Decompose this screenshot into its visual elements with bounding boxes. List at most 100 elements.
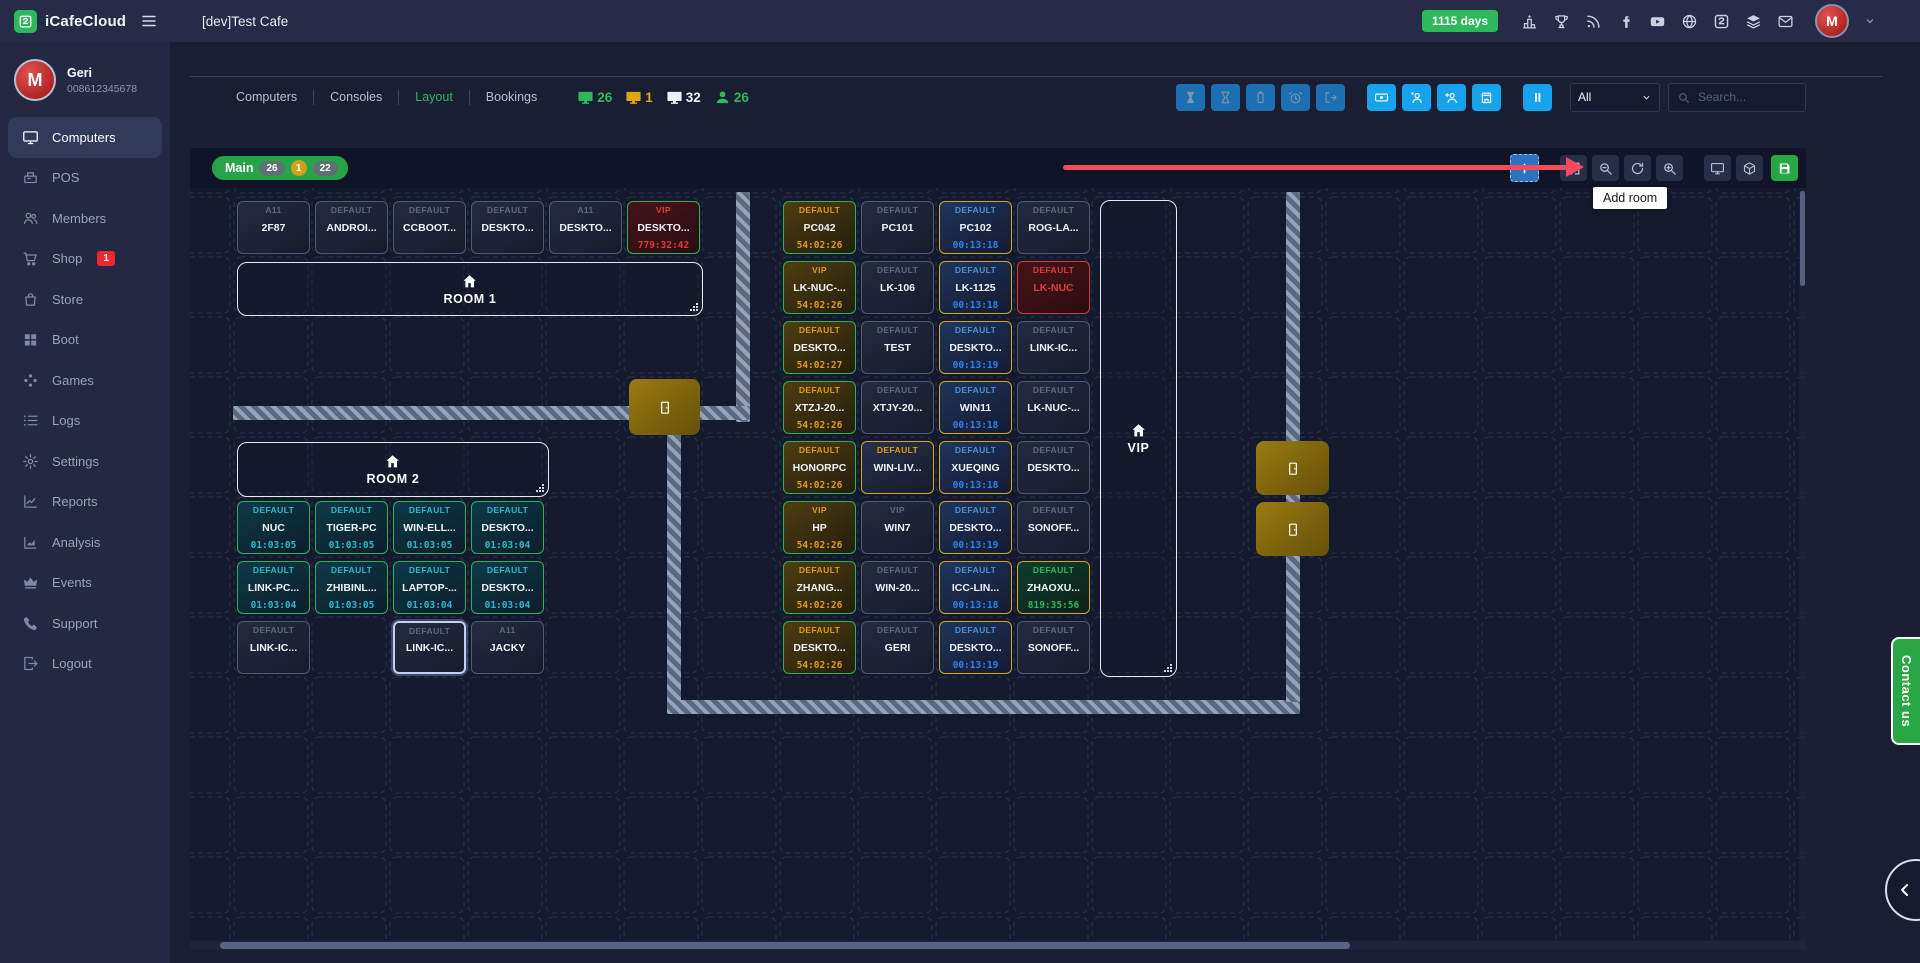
sidebar-item-shop[interactable]: Shop1 [0,239,170,280]
computer-tile[interactable]: A112F87 [237,201,310,254]
facebook-icon[interactable] [1617,13,1634,30]
computer-tile[interactable]: DEFAULTSONOFF... [1017,501,1090,554]
save-layout-button[interactable] [1771,155,1798,181]
sidebar-item-pos[interactable]: POS [0,158,170,199]
computer-tile[interactable]: DEFAULTDESKTO...54:02:26 [783,621,856,674]
computer-tile[interactable]: DEFAULTANDROI... [315,201,388,254]
sidebar-item-games[interactable]: Games [0,360,170,401]
sidebar-item-computers[interactable]: Computers [8,117,162,158]
search-box[interactable] [1668,83,1806,112]
sidebar-item-support[interactable]: Support [0,603,170,644]
computer-tile[interactable]: DEFAULTXUEQING00:13:18 [939,441,1012,494]
computer-tile[interactable]: DEFAULTPC101 [861,201,934,254]
search-input[interactable] [1696,89,1797,105]
computer-tile[interactable]: DEFAULTDESKTO...00:13:19 [939,501,1012,554]
hourglass-button[interactable] [1211,84,1240,111]
add-object-button[interactable] [1736,155,1763,181]
reset-view-button[interactable] [1624,155,1651,181]
computer-tile[interactable]: DEFAULTWIN-20... [861,561,934,614]
checkout-button[interactable] [1316,84,1345,111]
contact-us-button[interactable]: Contact us [1891,637,1920,745]
computer-tile[interactable]: DEFAULTXTZJ-20...54:02:26 [783,381,856,434]
computer-tile[interactable]: A11DESKTO... [549,201,622,254]
room-tab-main[interactable]: Main 26 1 22 [212,156,348,180]
computer-tile[interactable]: DEFAULTPC04254:02:26 [783,201,856,254]
computer-tile[interactable]: DEFAULTTIGER-PC01:03:05 [315,501,388,554]
computer-tile[interactable]: DEFAULTLINK-PC...01:03:04 [237,561,310,614]
computer-tile[interactable]: DEFAULTLK-112500:13:18 [939,261,1012,314]
computer-tile[interactable]: DEFAULTGERI [861,621,934,674]
website-globe-icon[interactable] [1681,13,1698,30]
resize-handle[interactable] [1163,663,1172,672]
room-vip[interactable]: VIP [1100,200,1177,677]
chat-toggle-button[interactable] [1885,859,1920,921]
tab-computers[interactable]: Computers [220,90,313,104]
account-chevron-down-icon[interactable] [1864,15,1876,27]
computer-tile[interactable]: DEFAULTLINK-IC... [237,621,310,674]
add-computer-button[interactable] [1704,155,1731,181]
computer-tile[interactable]: DEFAULTTEST [861,321,934,374]
computer-tile[interactable]: DEFAULTDESKTO...00:13:19 [939,621,1012,674]
sidebar-item-logs[interactable]: Logs [0,401,170,442]
sidebar-item-events[interactable]: Events [0,563,170,604]
horizontal-scroll-thumb[interactable] [220,942,1350,949]
icafe-app-icon[interactable] [1713,13,1730,30]
tab-layout[interactable]: Layout [399,90,469,104]
pause-button[interactable] [1523,84,1552,111]
sidebar-item-members[interactable]: Members [0,198,170,239]
filter-select[interactable]: All [1570,83,1660,112]
computer-tile[interactable]: DEFAULTDESKTO...54:02:27 [783,321,856,374]
computer-tile[interactable]: DEFAULTSONOFF... [1017,621,1090,674]
computer-tile[interactable]: DEFAULTWIN-ELL...01:03:05 [393,501,466,554]
computer-tile[interactable]: DEFAULTZHANG...54:02:26 [783,561,856,614]
computer-tile[interactable]: DEFAULTLK-NUC [1017,261,1090,314]
sidebar-item-reports[interactable]: Reports [0,482,170,523]
resize-handle[interactable] [535,483,544,492]
vertical-scrollbar[interactable] [1799,188,1806,940]
computer-tile[interactable]: DEFAULTXTJY-20... [861,381,934,434]
alarm-button[interactable] [1281,84,1310,111]
computer-tile[interactable]: DEFAULTPC10200:13:18 [939,201,1012,254]
trophy-icon[interactable] [1553,13,1570,30]
zoom-in-button[interactable] [1656,155,1683,181]
sidebar-item-settings[interactable]: Settings [0,441,170,482]
add-guest-button[interactable] [1437,84,1466,111]
computer-tile[interactable]: DEFAULTDESKTO...01:03:04 [471,501,544,554]
horizontal-scrollbar[interactable] [190,941,1806,950]
computer-tile[interactable]: DEFAULTDESKTO... [1017,441,1090,494]
door-tile[interactable] [1256,502,1329,556]
cash-topup-button[interactable] [1367,84,1396,111]
rss-icon[interactable] [1585,13,1602,30]
computer-tile[interactable]: VIPWIN7 [861,501,934,554]
add-member-star-button[interactable] [1402,84,1431,111]
computer-tile[interactable]: DEFAULTWIN1100:13:18 [939,381,1012,434]
vertical-scroll-thumb[interactable] [1800,191,1805,286]
computer-tile[interactable]: VIPHP54:02:26 [783,501,856,554]
computer-tile[interactable]: VIPDESKTO...779:32:42 [627,201,700,254]
computer-tile[interactable]: DEFAULTLAPTOP-...01:03:04 [393,561,466,614]
layers-icon[interactable] [1745,13,1762,30]
room-room-1[interactable]: ROOM 1 [237,262,703,316]
computer-tile[interactable]: A11JACKY [471,621,544,674]
sidebar-item-analysis[interactable]: Analysis [0,522,170,563]
youtube-icon[interactable] [1649,13,1666,30]
sidebar-item-boot[interactable]: Boot [0,320,170,361]
computer-tile[interactable]: DEFAULTLINK-IC... [393,621,466,674]
wall-segment[interactable] [667,419,681,702]
computer-tile[interactable]: DEFAULTNUC01:03:05 [237,501,310,554]
user-avatar[interactable]: M [1815,4,1849,38]
computer-tile[interactable]: DEFAULTLINK-IC... [1017,321,1090,374]
sidebar-item-logout[interactable]: Logout [0,644,170,685]
computer-tile[interactable]: DEFAULTZHIBINL...01:03:05 [315,561,388,614]
kiosk-button[interactable] [1472,84,1501,111]
computer-tile[interactable]: DEFAULTROG-LA... [1017,201,1090,254]
subscription-days-badge[interactable]: 1115 days [1422,10,1498,32]
tab-bookings[interactable]: Bookings [470,90,553,104]
battery-button[interactable] [1246,84,1275,111]
ranking-icon[interactable] [1521,13,1538,30]
computer-tile[interactable]: VIPLK-NUC-...54:02:26 [783,261,856,314]
zoom-out-button[interactable] [1592,155,1619,181]
computer-tile[interactable]: DEFAULTZHAOXU...819:35:56 [1017,561,1090,614]
computer-tile[interactable]: DEFAULTLK-106 [861,261,934,314]
wall-segment[interactable] [736,192,750,422]
